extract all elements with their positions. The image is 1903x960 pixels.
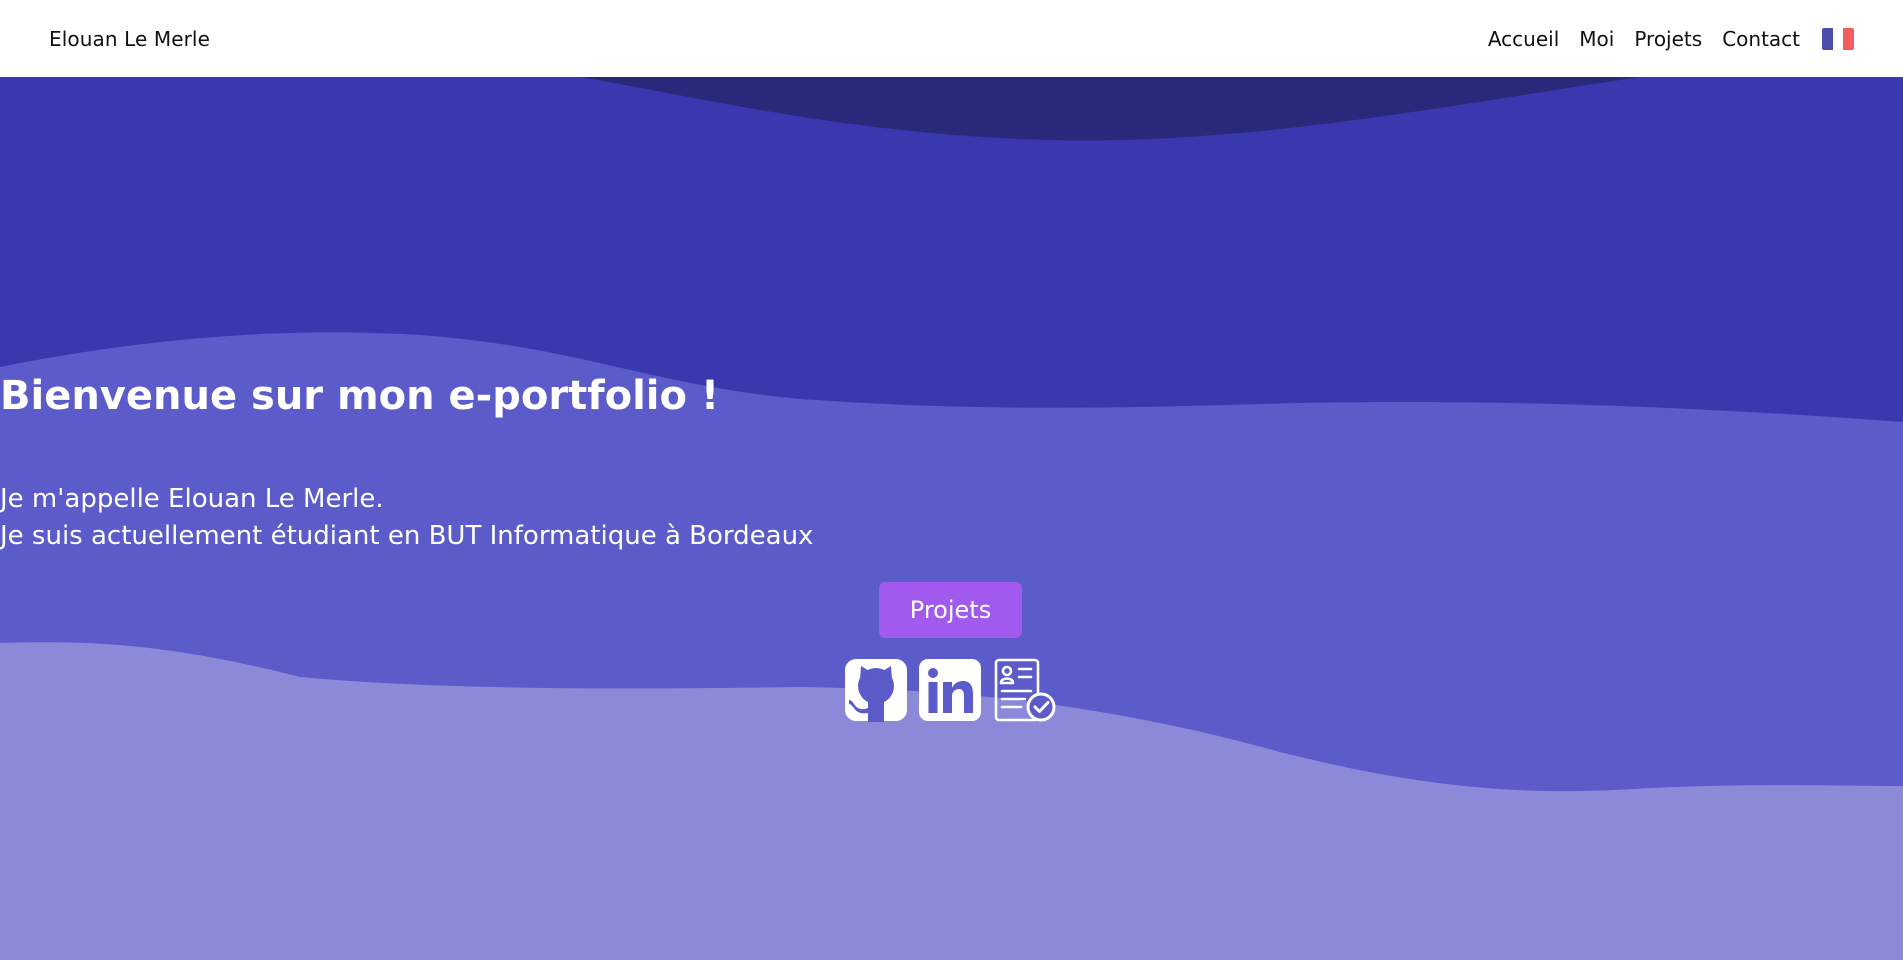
projects-button[interactable]: Projets [879, 582, 1022, 638]
nav-link-accueil[interactable]: Accueil [1488, 27, 1559, 51]
nav-link-contact[interactable]: Contact [1722, 27, 1800, 51]
intro-line-1: Je m'appelle Elouan Le Merle. [0, 484, 384, 514]
intro-text: Je m'appelle Elouan Le Merle. Je suis ac… [0, 481, 1903, 555]
github-icon[interactable] [844, 658, 908, 722]
hero-title: Bienvenue sur mon e-portfolio ! [0, 373, 720, 419]
nav-link-moi[interactable]: Moi [1579, 27, 1614, 51]
social-links [844, 658, 1056, 722]
intro-line-2: Je suis actuellement étudiant en BUT Inf… [0, 521, 814, 551]
top-navbar: Elouan Le Merle Accueil Moi Projets Cont… [0, 0, 1903, 77]
nav-links: Accueil Moi Projets Contact [1488, 27, 1854, 51]
nav-link-projets[interactable]: Projets [1634, 27, 1702, 51]
linkedin-icon[interactable] [918, 658, 982, 722]
brand-link[interactable]: Elouan Le Merle [49, 27, 210, 51]
french-flag-icon[interactable] [1822, 27, 1854, 50]
hero-section: Bienvenue sur mon e-portfolio ! Je m'app… [0, 77, 1903, 960]
resume-icon[interactable] [992, 658, 1056, 722]
